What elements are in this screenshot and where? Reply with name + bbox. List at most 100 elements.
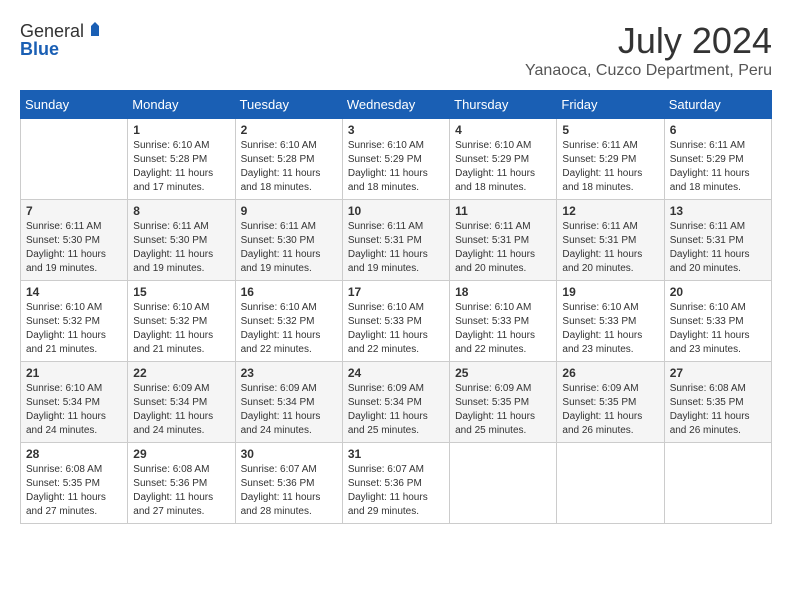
daylight-text: Daylight: 11 hours and 19 minutes.	[133, 249, 213, 274]
location-title: Yanaoca, Cuzco Department, Peru	[525, 62, 772, 80]
day-info: Sunrise: 6:11 AM Sunset: 5:31 PM Dayligh…	[562, 220, 658, 276]
day-info: Sunrise: 6:11 AM Sunset: 5:31 PM Dayligh…	[670, 220, 766, 276]
sunset-text: Sunset: 5:28 PM	[133, 154, 207, 165]
calendar-cell: 21 Sunrise: 6:10 AM Sunset: 5:34 PM Dayl…	[21, 362, 128, 443]
day-number: 18	[455, 285, 551, 299]
calendar-cell	[450, 443, 557, 524]
day-info: Sunrise: 6:10 AM Sunset: 5:33 PM Dayligh…	[455, 301, 551, 357]
day-number: 29	[133, 447, 229, 461]
sunrise-text: Sunrise: 6:10 AM	[133, 140, 209, 151]
day-number: 25	[455, 366, 551, 380]
sunrise-text: Sunrise: 6:08 AM	[26, 464, 102, 475]
day-info: Sunrise: 6:08 AM Sunset: 5:35 PM Dayligh…	[670, 382, 766, 438]
sunset-text: Sunset: 5:30 PM	[241, 235, 315, 246]
sunrise-text: Sunrise: 6:10 AM	[241, 302, 317, 313]
weekday-header-thursday: Thursday	[450, 91, 557, 119]
day-info: Sunrise: 6:10 AM Sunset: 5:28 PM Dayligh…	[241, 139, 337, 195]
sunrise-text: Sunrise: 6:10 AM	[348, 140, 424, 151]
sunrise-text: Sunrise: 6:11 AM	[455, 221, 530, 232]
daylight-text: Daylight: 11 hours and 28 minutes.	[241, 492, 321, 517]
sunset-text: Sunset: 5:32 PM	[241, 316, 315, 327]
sunrise-text: Sunrise: 6:11 AM	[348, 221, 423, 232]
sunset-text: Sunset: 5:29 PM	[348, 154, 422, 165]
day-number: 20	[670, 285, 766, 299]
sunset-text: Sunset: 5:31 PM	[670, 235, 744, 246]
daylight-text: Daylight: 11 hours and 25 minutes.	[455, 411, 535, 436]
daylight-text: Daylight: 11 hours and 26 minutes.	[670, 411, 750, 436]
sunrise-text: Sunrise: 6:09 AM	[241, 383, 317, 394]
day-number: 5	[562, 123, 658, 137]
day-info: Sunrise: 6:10 AM Sunset: 5:33 PM Dayligh…	[670, 301, 766, 357]
sunrise-text: Sunrise: 6:10 AM	[455, 302, 531, 313]
sunrise-text: Sunrise: 6:10 AM	[670, 302, 746, 313]
calendar-cell: 9 Sunrise: 6:11 AM Sunset: 5:30 PM Dayli…	[235, 200, 342, 281]
month-title: July 2024	[525, 20, 772, 62]
day-number: 9	[241, 204, 337, 218]
week-row-1: 1 Sunrise: 6:10 AM Sunset: 5:28 PM Dayli…	[21, 119, 772, 200]
sunset-text: Sunset: 5:35 PM	[562, 397, 636, 408]
calendar-cell: 7 Sunrise: 6:11 AM Sunset: 5:30 PM Dayli…	[21, 200, 128, 281]
day-info: Sunrise: 6:09 AM Sunset: 5:35 PM Dayligh…	[455, 382, 551, 438]
calendar-cell: 20 Sunrise: 6:10 AM Sunset: 5:33 PM Dayl…	[664, 281, 771, 362]
sunrise-text: Sunrise: 6:10 AM	[26, 302, 102, 313]
day-number: 16	[241, 285, 337, 299]
daylight-text: Daylight: 11 hours and 18 minutes.	[562, 168, 642, 193]
daylight-text: Daylight: 11 hours and 27 minutes.	[26, 492, 106, 517]
day-number: 8	[133, 204, 229, 218]
calendar-table: SundayMondayTuesdayWednesdayThursdayFrid…	[20, 90, 772, 524]
day-info: Sunrise: 6:11 AM Sunset: 5:30 PM Dayligh…	[241, 220, 337, 276]
day-info: Sunrise: 6:11 AM Sunset: 5:29 PM Dayligh…	[562, 139, 658, 195]
daylight-text: Daylight: 11 hours and 18 minutes.	[241, 168, 321, 193]
day-number: 10	[348, 204, 444, 218]
day-info: Sunrise: 6:11 AM Sunset: 5:31 PM Dayligh…	[348, 220, 444, 276]
logo: General Blue	[20, 20, 103, 60]
calendar-cell: 3 Sunrise: 6:10 AM Sunset: 5:29 PM Dayli…	[342, 119, 449, 200]
calendar-cell: 14 Sunrise: 6:10 AM Sunset: 5:32 PM Dayl…	[21, 281, 128, 362]
sunset-text: Sunset: 5:36 PM	[348, 478, 422, 489]
weekday-header-wednesday: Wednesday	[342, 91, 449, 119]
logo-blue-text: Blue	[20, 39, 59, 60]
calendar-cell	[21, 119, 128, 200]
day-number: 27	[670, 366, 766, 380]
title-section: July 2024 Yanaoca, Cuzco Department, Per…	[525, 20, 772, 80]
daylight-text: Daylight: 11 hours and 18 minutes.	[348, 168, 428, 193]
calendar-cell: 26 Sunrise: 6:09 AM Sunset: 5:35 PM Dayl…	[557, 362, 664, 443]
day-number: 19	[562, 285, 658, 299]
calendar-cell: 8 Sunrise: 6:11 AM Sunset: 5:30 PM Dayli…	[128, 200, 235, 281]
calendar-cell: 6 Sunrise: 6:11 AM Sunset: 5:29 PM Dayli…	[664, 119, 771, 200]
sunset-text: Sunset: 5:31 PM	[562, 235, 636, 246]
daylight-text: Daylight: 11 hours and 22 minutes.	[348, 330, 428, 355]
day-number: 17	[348, 285, 444, 299]
day-number: 15	[133, 285, 229, 299]
sunrise-text: Sunrise: 6:10 AM	[348, 302, 424, 313]
sunset-text: Sunset: 5:30 PM	[133, 235, 207, 246]
day-number: 6	[670, 123, 766, 137]
day-info: Sunrise: 6:10 AM Sunset: 5:32 PM Dayligh…	[133, 301, 229, 357]
calendar-cell: 19 Sunrise: 6:10 AM Sunset: 5:33 PM Dayl…	[557, 281, 664, 362]
day-number: 7	[26, 204, 122, 218]
logo-arrow-icon	[87, 22, 103, 43]
daylight-text: Daylight: 11 hours and 23 minutes.	[562, 330, 642, 355]
daylight-text: Daylight: 11 hours and 21 minutes.	[133, 330, 213, 355]
calendar-cell: 5 Sunrise: 6:11 AM Sunset: 5:29 PM Dayli…	[557, 119, 664, 200]
daylight-text: Daylight: 11 hours and 18 minutes.	[670, 168, 750, 193]
day-number: 26	[562, 366, 658, 380]
calendar-cell: 29 Sunrise: 6:08 AM Sunset: 5:36 PM Dayl…	[128, 443, 235, 524]
day-number: 1	[133, 123, 229, 137]
calendar-cell: 13 Sunrise: 6:11 AM Sunset: 5:31 PM Dayl…	[664, 200, 771, 281]
weekday-header-row: SundayMondayTuesdayWednesdayThursdayFrid…	[21, 91, 772, 119]
calendar-cell: 25 Sunrise: 6:09 AM Sunset: 5:35 PM Dayl…	[450, 362, 557, 443]
calendar-cell	[664, 443, 771, 524]
sunset-text: Sunset: 5:29 PM	[562, 154, 636, 165]
sunset-text: Sunset: 5:35 PM	[26, 478, 100, 489]
daylight-text: Daylight: 11 hours and 22 minutes.	[241, 330, 321, 355]
daylight-text: Daylight: 11 hours and 19 minutes.	[26, 249, 106, 274]
sunset-text: Sunset: 5:28 PM	[241, 154, 315, 165]
day-number: 4	[455, 123, 551, 137]
sunset-text: Sunset: 5:34 PM	[133, 397, 207, 408]
sunrise-text: Sunrise: 6:08 AM	[133, 464, 209, 475]
sunrise-text: Sunrise: 6:11 AM	[133, 221, 208, 232]
weekday-header-saturday: Saturday	[664, 91, 771, 119]
calendar-cell: 11 Sunrise: 6:11 AM Sunset: 5:31 PM Dayl…	[450, 200, 557, 281]
day-info: Sunrise: 6:10 AM Sunset: 5:29 PM Dayligh…	[455, 139, 551, 195]
